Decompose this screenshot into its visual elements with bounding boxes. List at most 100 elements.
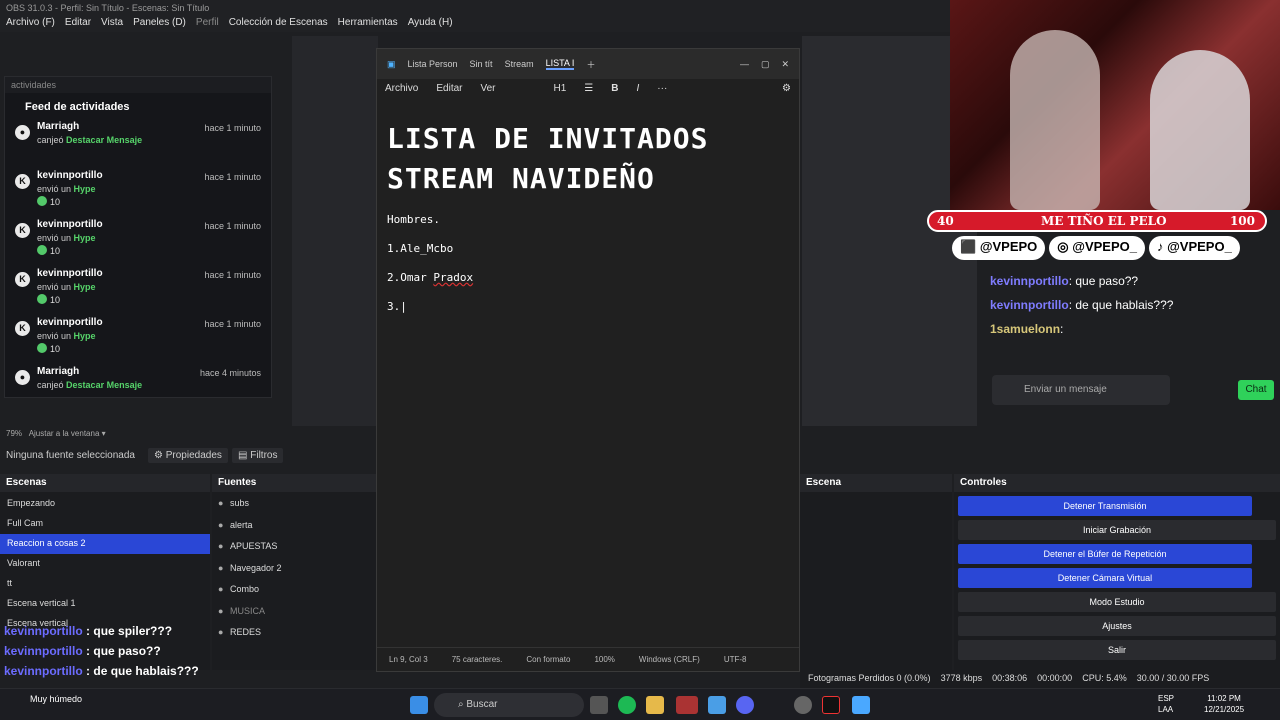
tab-lista-personal[interactable]: Lista Person [408,59,458,69]
chat-input[interactable]: Enviar un mensaje [992,375,1170,405]
source-item[interactable]: MUSICA [212,602,376,624]
maximize-icon[interactable]: ▢ [761,59,770,70]
scene-item[interactable]: Empezando [0,494,210,514]
feed-action: envió un Hype [37,331,96,341]
menu-herramientas[interactable]: Herramientas [338,17,398,31]
minimize-icon[interactable]: — [740,59,749,69]
scene-item[interactable]: Full Cam [0,514,210,534]
tab-lista-invitados[interactable]: LISTA I [545,58,575,70]
filters-button[interactable]: ▤ Filtros [232,448,284,463]
source-item[interactable]: APUESTAS [212,537,376,559]
obs-icon[interactable] [794,696,812,714]
tab-sin-titulo[interactable]: Sin tít [470,59,493,69]
bold-icon[interactable]: B [611,83,618,97]
chat-message: kevinnportillo : que paso?? [4,644,161,658]
exit-button[interactable]: Salir [958,640,1276,660]
source-item[interactable]: subs [212,494,376,516]
language-indicator[interactable]: ESP LAA [1158,693,1174,715]
line-ending[interactable]: Windows (CRLF) [639,655,700,664]
preview-zoom[interactable]: 79% Ajustar a la ventana ▾ [0,426,376,444]
encoding[interactable]: UTF-8 [724,655,747,664]
new-tab-icon[interactable]: ＋ [586,58,595,71]
studio-mode-button[interactable]: Modo Estudio [958,592,1276,612]
app-icon[interactable] [676,696,698,714]
poll-left-value: 40 [937,214,954,228]
feed-time: hace 1 minuto [204,123,261,133]
menu-perfil[interactable]: Perfil [196,17,219,31]
list-item: K kevinnportillo hace 1 minuto envió un … [5,215,271,264]
source-item[interactable]: Navegador 2 [212,559,376,581]
scene-item-selected[interactable]: Reaccion a cosas 2 [0,534,210,554]
weather-widget[interactable]: Muy húmedo [30,694,82,704]
discord-icon[interactable] [736,696,754,714]
edge-icon[interactable] [708,696,726,714]
activity-feed-list: ● Marriagh hace 1 minuto canjeó Destacar… [5,117,271,411]
zoom-level[interactable]: 100% [594,655,614,664]
poll-title: ME TIÑO EL PELO [1041,214,1167,228]
chat-message: kevinnportillo : de que hablais??? [4,664,199,678]
format-mode[interactable]: Con formato [526,655,570,664]
document-title: LISTA DE INVITADOS STREAM NAVIDEÑO [387,122,709,195]
notepad-menu-ver[interactable]: Ver [480,83,495,97]
menu-paneles[interactable]: Paneles (D) [133,17,186,31]
stop-streaming-button[interactable]: Detener Transmisión [958,496,1252,516]
windows-start-icon[interactable] [410,696,428,714]
obs-menu-bar: Archivo (F) Editar Vista Paneles (D) Per… [0,16,950,32]
notepad-editor[interactable]: LISTA DE INVITADOS STREAM NAVIDEÑO Hombre… [377,101,799,347]
feed-amount: 10 [37,294,261,305]
kick-coin-icon [37,196,47,206]
chat-send-button[interactable]: Chat [1238,380,1274,400]
settings-button[interactable]: Ajustes [958,616,1276,636]
menu-coleccion[interactable]: Colección de Escenas [229,17,328,31]
properties-button[interactable]: ⚙ Propiedades [148,448,228,463]
tiktok-icon[interactable] [822,696,840,714]
line-guest-3: 3.| [387,300,407,313]
stop-replay-buffer-button[interactable]: Detener el Búfer de Repetición [958,544,1252,564]
menu-ayuda[interactable]: Ayuda (H) [408,17,453,31]
scene-item[interactable]: Escena vertical 1 [0,594,210,614]
social-handles: ⬛ @VPEPO ◎ @VPEPO_ ♪ @VPEPO_ [952,236,1252,260]
notepad-menu-archivo[interactable]: Archivo [385,83,418,97]
scene-item[interactable]: tt [0,574,210,594]
cpu-usage: CPU: 5.4% [1082,673,1127,683]
chat-message: kevinnportillo: de que hablais??? [990,298,1174,312]
kick-icon: K [15,174,30,189]
notepad-taskbar-icon[interactable] [852,696,870,714]
start-recording-button[interactable]: Iniciar Grabación [958,520,1276,540]
transitions-panel: Escena [800,474,952,670]
line-hombres: Hombres. [387,213,440,226]
kick-coin-icon [37,343,47,353]
controls-panel: Controles Detener Transmisión Iniciar Gr… [954,474,1280,670]
feed-action: canjeó Destacar Mensaje [37,380,143,390]
settings-gear-icon[interactable]: ⚙ [782,83,791,97]
tab-stream[interactable]: Stream [505,59,534,69]
line-guest-1: 1.Ale_Mcbo [387,242,454,255]
source-item[interactable]: Combo [212,580,376,602]
obs-preview-thumbnail [292,36,378,426]
fps: 30.00 / 30.00 FPS [1136,673,1210,683]
notepad-icon: ▣ [387,58,396,69]
char-count: 75 caracteres. [451,655,503,664]
italic-icon[interactable]: I [637,83,640,97]
taskbar-clock[interactable]: 11:02 PM 12/21/2025 [1204,693,1244,715]
menu-archivo[interactable]: Archivo (F) [6,17,55,31]
task-view-icon[interactable] [590,696,608,714]
source-item[interactable]: alerta [212,516,376,538]
scene-item[interactable]: Valorant [0,554,210,574]
menu-editar[interactable]: Editar [65,17,91,31]
list-icon[interactable]: ☰ [584,83,593,97]
user-icon: ● [15,370,30,385]
notepad-menu-editar[interactable]: Editar [436,83,462,97]
stop-virtual-camera-button[interactable]: Detener Cámara Virtual [958,568,1252,588]
controls-title: Controles [954,474,1280,492]
kick-icon: K [15,272,30,287]
more-icon[interactable]: ··· [657,83,667,97]
menu-vista[interactable]: Vista [101,17,123,31]
webcam-feed [950,0,1280,210]
spotify-icon[interactable] [618,696,636,714]
taskbar-search[interactable]: ⌕ Buscar [434,693,584,717]
heading-dropdown[interactable]: H1 [554,83,567,97]
file-explorer-icon[interactable] [646,696,664,714]
close-icon[interactable]: ✕ [781,59,789,70]
chat-message: kevinnportillo: que paso?? [990,274,1139,288]
